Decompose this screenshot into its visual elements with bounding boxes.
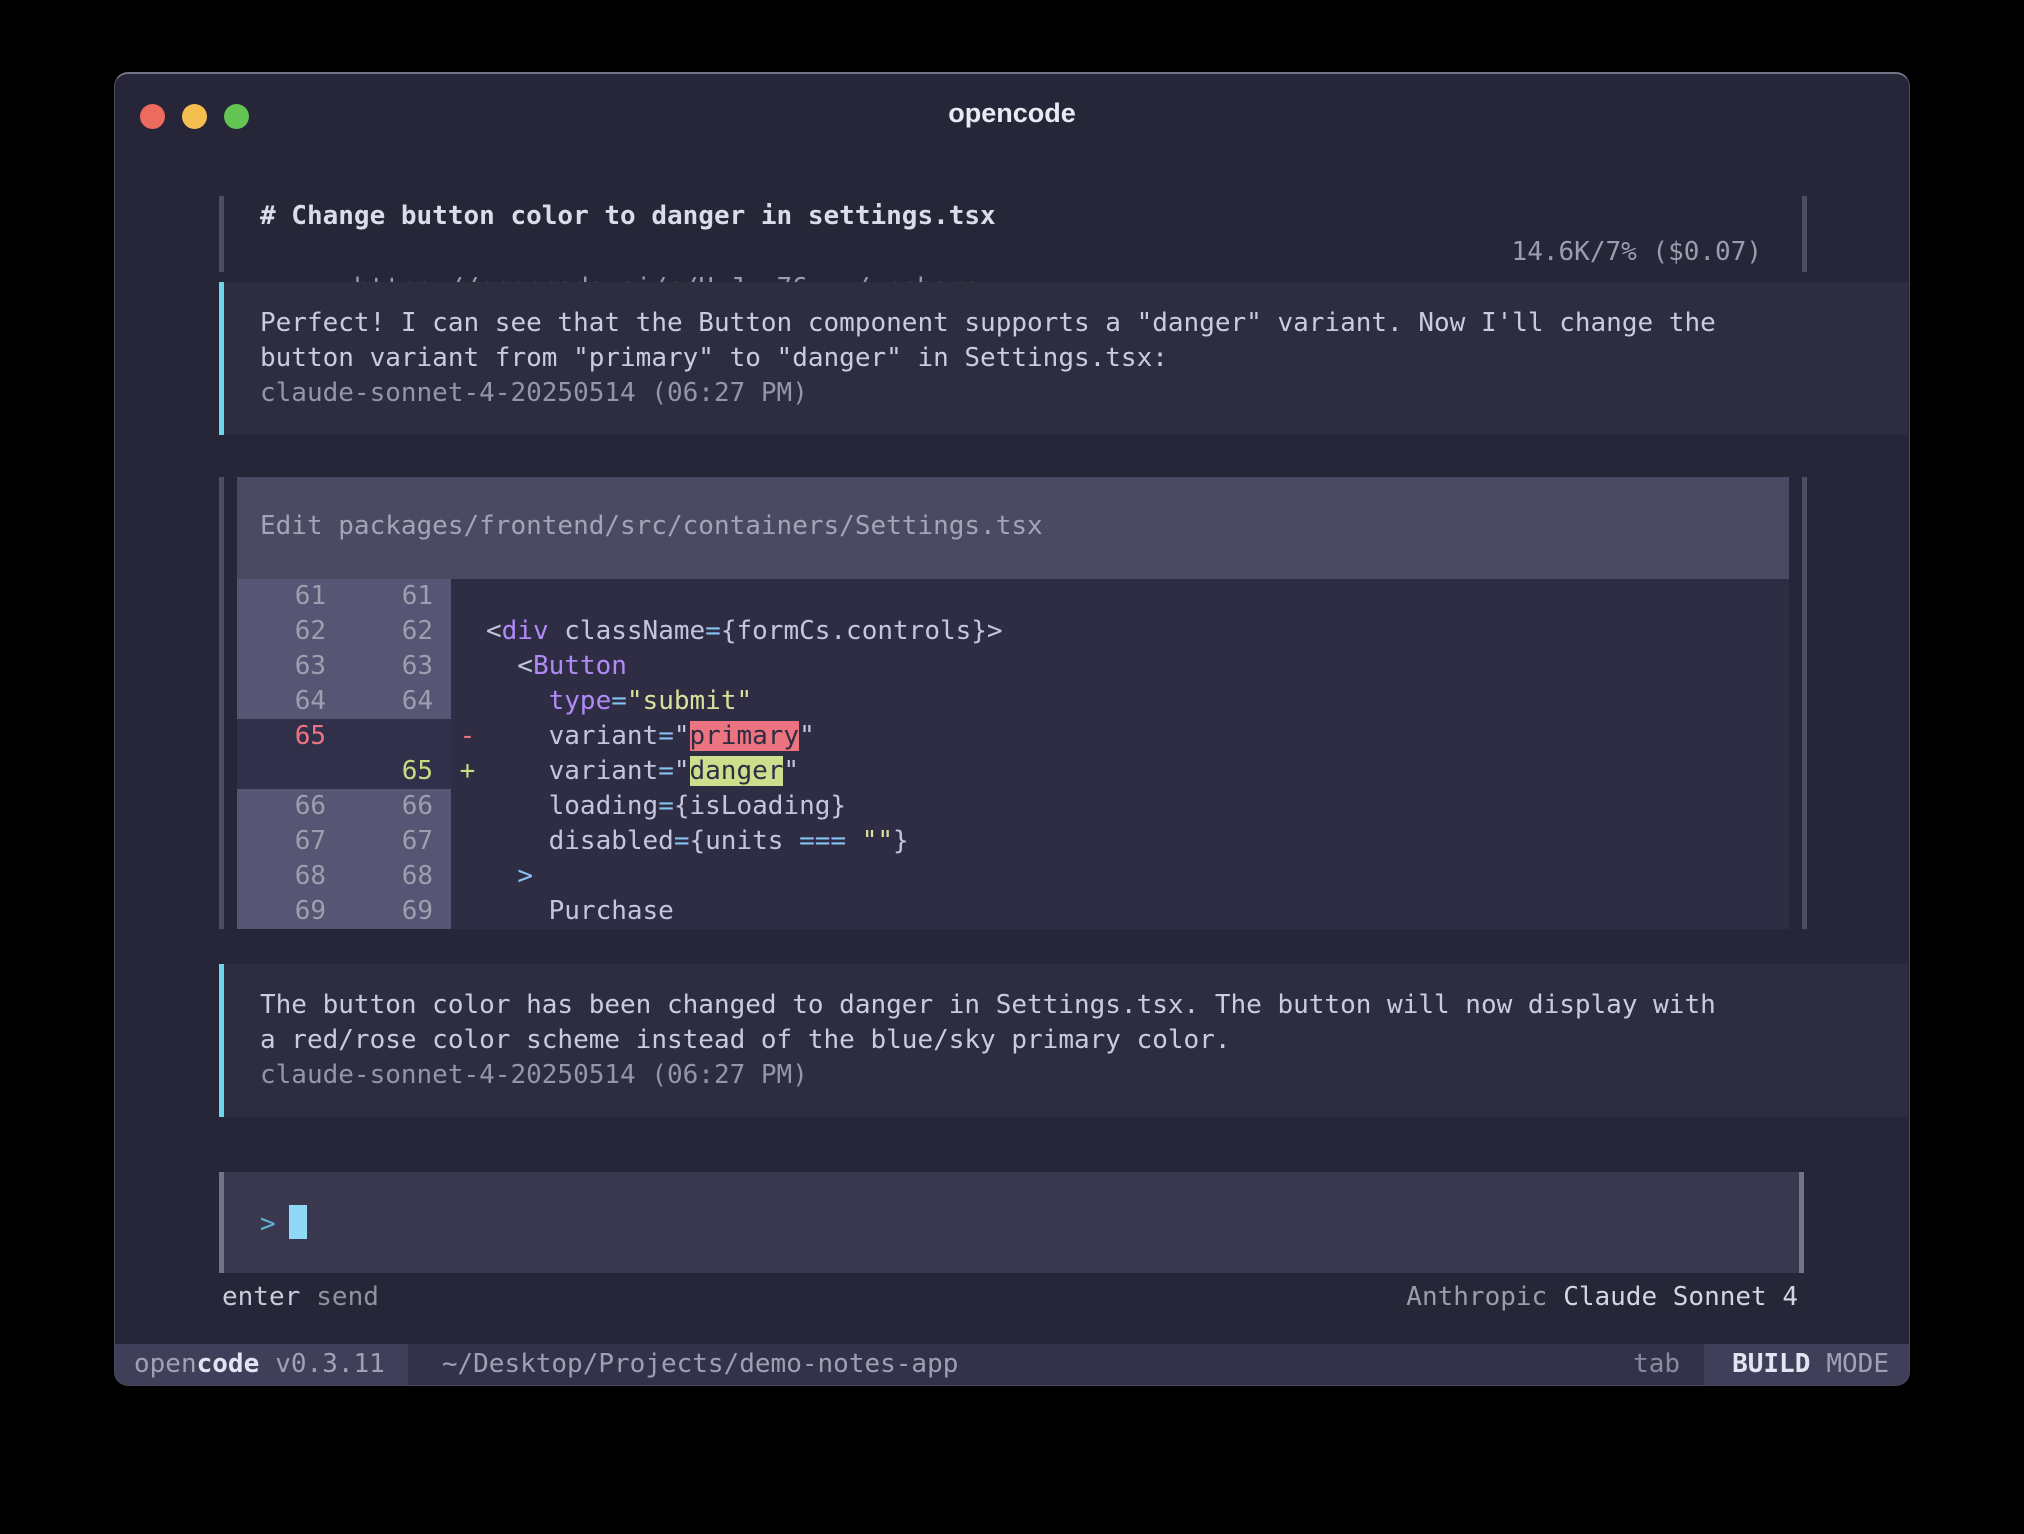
new-line-number: 63 [344, 649, 451, 684]
message-line: button variant from "primary" to "danger… [260, 341, 1908, 376]
message-meta: claude-sonnet-4-20250514 (06:27 PM) [260, 376, 1908, 411]
diff-row: 65 - variant="primary" [237, 719, 1789, 754]
old-line-number: 65 [237, 719, 344, 754]
diff-sign: + [451, 754, 484, 789]
app-version: v0.3.11 [275, 1349, 385, 1379]
code-line: disabled={units === ""} [484, 824, 1789, 859]
prompt-input[interactable]: > [219, 1172, 1804, 1273]
provider-name: Anthropic [1406, 1282, 1547, 1312]
code-line: > [484, 859, 1789, 894]
footer: enter send Anthropic Claude Sonnet 4 [222, 1279, 1798, 1315]
old-line-number: 67 [237, 824, 344, 859]
mode-name: BUILD [1732, 1349, 1810, 1379]
diff-row: 6464 type="submit" [237, 684, 1789, 719]
old-line-number [237, 754, 344, 789]
working-directory: ~/Desktop/Projects/demo-notes-app [442, 1344, 959, 1385]
diff-row: 6161 [237, 579, 1789, 614]
scroll-indicator-left [219, 196, 224, 272]
new-line-number [344, 719, 451, 754]
old-line-number: 69 [237, 894, 344, 929]
opencode-window: opencode # Change button color to danger… [114, 72, 1910, 1386]
new-line-number: 65 [344, 754, 451, 789]
old-line-number: 63 [237, 649, 344, 684]
session-title: # Change button color to danger in setti… [260, 198, 996, 234]
assistant-message: Perfect! I can see that the Button compo… [219, 282, 1908, 435]
diff-row: 6262 <div className={formCs.controls}> [237, 614, 1789, 649]
diff-sign [451, 859, 484, 894]
diff-sign [451, 579, 484, 614]
diff-sign: - [451, 719, 484, 754]
code-line: <div className={formCs.controls}> [484, 614, 1789, 649]
diff-sign [451, 614, 484, 649]
diff-sign [451, 789, 484, 824]
app-badge: opencode v0.3.11 [115, 1344, 408, 1385]
new-line-number: 66 [344, 789, 451, 824]
diff-sign [451, 824, 484, 859]
old-line-number: 68 [237, 859, 344, 894]
hint-action: send [316, 1282, 379, 1312]
message-meta: claude-sonnet-4-20250514 (06:27 PM) [260, 1058, 1908, 1093]
diff-sign [451, 894, 484, 929]
mode-switch-key[interactable]: tab [1633, 1344, 1680, 1385]
diff-sign [451, 649, 484, 684]
scroll-indicator-left [219, 477, 224, 929]
titlebar: opencode [115, 74, 1909, 144]
hint-key: enter [222, 1282, 300, 1312]
status-bar: opencode v0.3.11 ~/Desktop/Projects/demo-… [115, 1344, 1909, 1385]
diff-row: 6767 disabled={units === ""} [237, 824, 1789, 859]
diff-table: 61616262 <div className={formCs.controls}… [237, 579, 1789, 929]
diff-row: 6969 Purchase [237, 894, 1789, 929]
diff-row: 6666 loading={isLoading} [237, 789, 1789, 824]
new-line-number: 68 [344, 859, 451, 894]
diff-row: 65+ variant="danger" [237, 754, 1789, 789]
new-line-number: 62 [344, 614, 451, 649]
edit-file-title: Edit packages/frontend/src/containers/Se… [260, 509, 1043, 544]
new-line-number: 61 [344, 579, 451, 614]
context-usage: 14.6K/7% ($0.07) [1512, 234, 1762, 270]
new-line-number: 67 [344, 824, 451, 859]
old-line-number: 66 [237, 789, 344, 824]
diff-row: 6363 <Button [237, 649, 1789, 684]
text-cursor [289, 1205, 307, 1239]
code-line: Purchase [484, 894, 1789, 929]
message-line: The button color has been changed to dan… [260, 988, 1908, 1023]
code-line: variant="danger" [484, 754, 1789, 789]
assistant-message: The button color has been changed to dan… [219, 964, 1908, 1117]
code-line [484, 579, 1789, 614]
code-line: loading={isLoading} [484, 789, 1789, 824]
model-name: Claude Sonnet 4 [1563, 1282, 1798, 1312]
code-line: variant="primary" [484, 719, 1789, 754]
mode-badge[interactable]: BUILD MODE [1704, 1344, 1909, 1385]
new-line-number: 64 [344, 684, 451, 719]
diff-row: 6868 > [237, 859, 1789, 894]
app-name-bold: code [197, 1349, 260, 1379]
scroll-indicator-right [1802, 477, 1807, 929]
code-line: type="submit" [484, 684, 1789, 719]
window-title: opencode [115, 96, 1909, 131]
old-line-number: 61 [237, 579, 344, 614]
mode-word: MODE [1826, 1349, 1889, 1379]
old-line-number: 64 [237, 684, 344, 719]
code-line: <Button [484, 649, 1789, 684]
app-name-normal: open [134, 1349, 197, 1379]
old-line-number: 62 [237, 614, 344, 649]
new-line-number: 69 [344, 894, 451, 929]
message-line: a red/rose color scheme instead of the b… [260, 1023, 1908, 1058]
message-line: Perfect! I can see that the Button compo… [260, 306, 1908, 341]
prompt-symbol: > [260, 1209, 276, 1239]
diff-sign [451, 684, 484, 719]
scroll-indicator-right [1802, 196, 1807, 272]
